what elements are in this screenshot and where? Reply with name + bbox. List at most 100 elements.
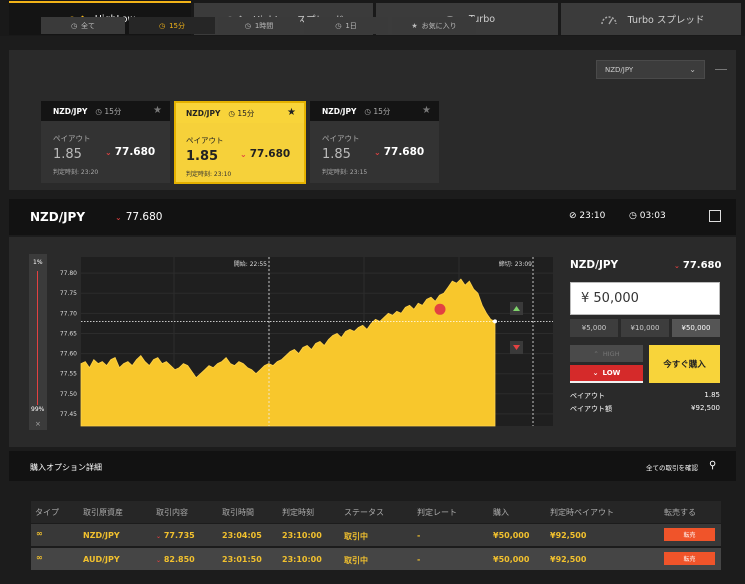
price-chart: 77.80 77.75 77.70 77.65 77.60 77.55 77.50 77.45…: [60, 257, 553, 427]
y-tick-label: 77.55: [60, 371, 77, 378]
header-cell: 取引時間: [222, 508, 254, 517]
row-asset: AUD/JPY: [83, 555, 120, 564]
down-arrow-icon: ⌄: [240, 150, 247, 159]
header-cell: タイプ: [35, 508, 59, 517]
current-price-dot: [493, 319, 497, 324]
judge-time: 判定時刻: 23:15: [322, 169, 368, 176]
favorite-star-icon[interactable]: ★: [422, 105, 431, 116]
sentiment-top: 1%: [33, 259, 43, 266]
payout-amount-row: ペイアウト額 ¥92,500: [570, 404, 720, 413]
row-payout: ¥92,500: [550, 531, 587, 540]
resell-button[interactable]: 転売: [664, 552, 715, 565]
down-arrow-icon: ⌄: [374, 148, 381, 157]
option-card-selected[interactable]: NZD/JPY ◷ 15分 ★ ペイアウト 1.85 ⌄ 77.680 判定時刻: …: [174, 101, 306, 184]
tab-label: Turbo スプレッド: [627, 15, 705, 26]
option-card[interactable]: NZD/JPY ◷ 15分 ★ ペイアウト 1.85 ⌄ 77.680 判定時刻: …: [41, 101, 170, 183]
end-label: 締切: 23:09: [499, 260, 532, 268]
trade-box: NZD/JPY ⌄77.680 ¥5,000 ¥10,000 ¥50,000 ⌃…: [566, 254, 723, 424]
asset-pair: NZD/JPY: [30, 210, 86, 224]
details-title: 購入オプション詳細: [30, 463, 102, 472]
header-cell: 判定レート: [417, 508, 457, 517]
payout-label: ペイアウト: [322, 134, 360, 143]
asset-header: NZD/JPY ⌄ 77.680 ⊘ 23:10 ◷ 03:03: [9, 199, 736, 235]
clock-icon: ◷: [228, 108, 235, 118]
judge-time: 判定時刻: 23:10: [186, 171, 232, 178]
sentiment-bottom: 99%: [31, 406, 45, 413]
clock-icon: ◷: [364, 106, 371, 116]
row-judge-rate: -: [417, 555, 421, 564]
filter-tab-1day[interactable]: ◷ 1日: [304, 17, 388, 34]
y-tick-label: 77.75: [60, 290, 77, 297]
sentiment-bar: 1% 99% ×: [29, 254, 47, 430]
tab-turbo-spread[interactable]: Turbo スプレッド: [561, 3, 741, 35]
rate-value: ⌄ 77.680: [105, 146, 156, 158]
amount-preset-50000[interactable]: ¥50,000: [672, 319, 720, 337]
row-status: 取引中: [344, 556, 368, 565]
clock-icon: ◷: [158, 21, 166, 30]
remaining-time: ◷ 03:03: [629, 211, 666, 221]
highlow-icon: ∞: [36, 529, 43, 538]
filter-tab-1hour[interactable]: ◷ 1時間: [218, 17, 300, 34]
filter-tab-favorites[interactable]: ★ お気に入り: [392, 17, 476, 34]
card-header: NZD/JPY ◷ 15分: [41, 101, 170, 121]
row-content: ⌄ 77.735: [156, 531, 195, 540]
down-arrow-icon: ⌄: [674, 262, 680, 270]
header-cell: ステータス: [344, 508, 384, 517]
down-arrow-icon: ⌄: [156, 533, 162, 540]
no-entry-icon: ⊘: [569, 211, 577, 221]
y-tick-label: 77.80: [60, 270, 77, 277]
header-cell: 取引内容: [156, 508, 188, 517]
close-icon[interactable]: ×: [35, 420, 41, 428]
details-header: 購入オプション詳細 全ての取引を確認 ⚲: [9, 451, 736, 481]
payout-value: 1.85: [53, 147, 82, 162]
payout-label: ペイアウト: [53, 134, 91, 143]
card-header: NZD/JPY ◷ 15分: [310, 101, 439, 121]
header-cell: 判定時ペイアウト: [550, 508, 614, 517]
table-header: タイプ 取引原資産 取引内容 取引時間 判定時刻 ステータス 判定レート 購入 …: [31, 501, 721, 523]
resell-button[interactable]: 転売: [664, 528, 715, 541]
amount-preset-10000[interactable]: ¥10,000: [621, 319, 669, 337]
amount-input[interactable]: [570, 282, 720, 315]
rate-value: ⌄ 77.680: [374, 146, 425, 158]
row-asset: NZD/JPY: [83, 531, 120, 540]
rate-value: ⌄ 77.680: [240, 148, 291, 160]
filter-tab-all[interactable]: ◷ 全て: [41, 17, 125, 34]
down-arrow-icon: ⌄: [156, 557, 162, 564]
row-judge-rate: -: [417, 531, 421, 540]
popout-icon[interactable]: [709, 210, 721, 222]
table-row: ∞ AUD/JPY ⌄ 82.850 23:01:50 23:10:00 取引中…: [31, 548, 721, 570]
row-judge-time: 23:10:00: [282, 555, 322, 564]
favorite-star-icon[interactable]: ★: [153, 105, 162, 116]
payout-value: 1.85: [186, 149, 219, 164]
confirm-all-trades-link[interactable]: 全ての取引を確認: [646, 462, 698, 472]
payout-label: ペイアウト: [186, 136, 224, 145]
buy-now-button[interactable]: 今すぐ購入: [649, 345, 720, 383]
filter-tab-15min[interactable]: ◷ 15分: [129, 17, 215, 34]
row-purchase: ¥50,000: [493, 555, 530, 564]
search-icon[interactable]: ⚲: [709, 460, 716, 471]
down-arrow-icon: ⌄: [592, 369, 599, 377]
trade-rate: ⌄ 77.680: [674, 260, 722, 271]
y-tick-label: 77.70: [60, 310, 77, 317]
amount-preset-5000[interactable]: ¥5,000: [570, 319, 618, 337]
high-button[interactable]: ⌃ HIGH: [570, 345, 643, 362]
minimize-button[interactable]: [715, 69, 727, 70]
up-arrow-icon: ⌃: [593, 349, 599, 358]
y-tick-label: 77.60: [60, 351, 77, 358]
row-payout: ¥92,500: [550, 555, 587, 564]
favorite-star-icon[interactable]: ★: [287, 107, 296, 118]
low-button[interactable]: ⌄ LOW: [570, 365, 643, 383]
trade-pair: NZD/JPY: [570, 259, 619, 271]
sentiment-line: [37, 271, 38, 405]
y-tick-label: 77.50: [60, 391, 77, 398]
asset-select[interactable]: NZD/JPY ⌄: [596, 60, 705, 79]
trade-marker-icon: [434, 303, 446, 315]
turbo-spread-gauge-icon: [600, 16, 617, 25]
clock-icon: ◷: [244, 21, 251, 30]
start-label: 開始: 22:55: [234, 260, 267, 268]
y-tick-label: 77.45: [60, 411, 77, 418]
row-purchase: ¥50,000: [493, 531, 530, 540]
row-trade-time: 23:04:05: [222, 531, 262, 540]
chevron-down-icon: ⌄: [689, 65, 696, 74]
option-card[interactable]: NZD/JPY ◷ 15分 ★ ペイアウト 1.85 ⌄ 77.680 判定時刻: …: [310, 101, 439, 183]
